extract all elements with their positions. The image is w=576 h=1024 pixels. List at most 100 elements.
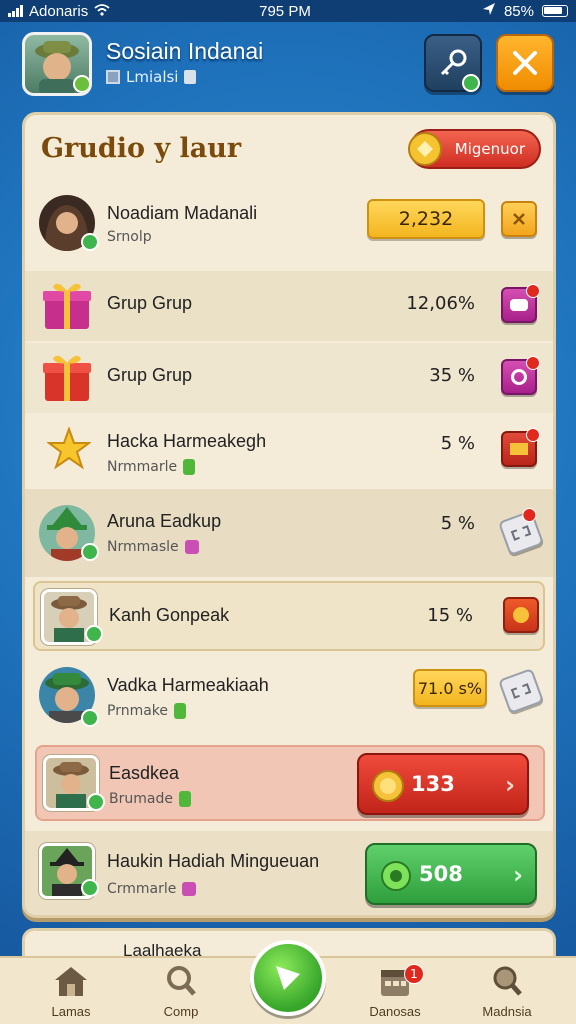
notification-dot	[526, 284, 540, 298]
row-action-button[interactable]	[497, 667, 545, 715]
player-sub-label: Lmialsi	[126, 68, 179, 86]
frame-icon	[106, 70, 120, 84]
search-icon	[167, 966, 196, 996]
cup-icon	[184, 70, 197, 84]
leaderboard-row[interactable]: Haukin Hadiah Mingueuan Crmmarle 508 ›	[25, 831, 553, 915]
star-icon	[46, 426, 92, 475]
player-avatar[interactable]	[22, 32, 92, 96]
row-name: Grup Grup	[107, 365, 193, 385]
gem-icon	[178, 791, 191, 807]
signal-icon	[8, 5, 23, 17]
row-name: Noadiam Madanali	[107, 203, 258, 223]
nav-item-home[interactable]: Lamas	[26, 964, 116, 1019]
close-icon	[513, 51, 537, 75]
nav-item-danosas[interactable]: 1 Danosas	[350, 964, 440, 1019]
leaderboard-row[interactable]: Grup Grup 12,06%	[25, 271, 553, 341]
check-badge-icon	[85, 625, 103, 643]
nav-item-comp[interactable]: Comp	[136, 964, 226, 1019]
row-action-button[interactable]	[501, 284, 540, 323]
check-badge-icon	[87, 793, 105, 811]
player-subtitle: Lmialsi	[106, 68, 197, 86]
notification-badge: 1	[404, 964, 424, 984]
nav-item-madnsia[interactable]: Madnsia	[462, 964, 552, 1019]
house-icon	[55, 967, 87, 996]
notification-dot	[526, 356, 540, 370]
battery-icon	[542, 5, 568, 17]
leaderboard-row[interactable]: Kanh Gonpeak 15 %	[33, 581, 545, 651]
leaderboard-row[interactable]: Noadiam Madanali Srnolp 2,232	[25, 187, 553, 263]
battery-percent: 85%	[503, 2, 534, 20]
chevron-right-icon: ›	[513, 861, 523, 889]
title-action-label: Migenuor	[454, 140, 525, 158]
nav-label: Comp	[163, 1004, 199, 1019]
key-button[interactable]	[424, 34, 482, 92]
row-sub-label: Srnolp	[107, 229, 152, 245]
reward-value: 508	[419, 862, 463, 886]
reward-value: 133	[411, 772, 455, 796]
mail-icon	[510, 443, 528, 455]
row-value: 35 %	[429, 365, 475, 386]
row-name: Haukin Hadiah Mingueuan	[107, 851, 320, 871]
panel-title: Grudio y laur	[41, 133, 242, 164]
check-badge-icon	[462, 74, 480, 92]
row-sub-label: Brumade	[109, 791, 173, 807]
row-name: Aruna Eadkup	[107, 511, 222, 531]
check-badge-icon	[81, 543, 99, 561]
player-name: Sosiain Indanai	[106, 38, 264, 64]
leaderboard-row[interactable]: Vadka Harmeakiaah Prnmake 71.0 s%	[25, 655, 553, 737]
reward-button[interactable]: 508 ›	[365, 843, 537, 905]
notification-dot	[526, 428, 540, 442]
score-pill[interactable]: 2,232	[367, 199, 485, 239]
ticket-icon	[510, 683, 532, 699]
mask-icon	[510, 299, 528, 311]
wifi-icon	[94, 3, 110, 20]
row-action-button[interactable]	[501, 356, 540, 395]
row-value: 5 %	[440, 513, 475, 534]
play-button[interactable]	[250, 940, 326, 1016]
row-value: 5 %	[440, 433, 475, 454]
reward-button[interactable]: 133 ›	[357, 753, 529, 815]
leaderboard-row[interactable]: Easdkea Brumade 133 ›	[35, 745, 545, 821]
ticket-icon	[510, 525, 532, 541]
leaderboard-row[interactable]: Hacka Harmeakegh Nrmmarle 5 %	[25, 415, 553, 487]
row-subtitle: Nrmmarle	[107, 459, 196, 475]
close-icon	[513, 213, 525, 225]
leaderboard-panel: Grudio y laur Migenuor Noadiam Madanali …	[22, 112, 556, 918]
leaderboard-row[interactable]: Aruna Eadkup Nrmmasle 5 %	[25, 489, 553, 577]
check-badge-icon	[81, 233, 99, 251]
location-icon	[482, 2, 496, 20]
play-icon	[276, 966, 300, 990]
dismiss-button[interactable]	[501, 201, 537, 237]
close-button[interactable]	[496, 34, 554, 92]
gem-icon	[183, 459, 196, 475]
row-name: Hacka Harmeakegh	[107, 431, 267, 451]
gear-badge-icon	[73, 75, 89, 93]
row-action-button[interactable]	[497, 506, 545, 557]
row-subtitle: Brumade	[109, 791, 191, 807]
chevron-right-icon: ›	[505, 771, 515, 799]
gear-icon	[513, 607, 529, 623]
score-pill[interactable]: 71.0 s%	[413, 669, 487, 707]
row-value: 12,06%	[406, 293, 475, 314]
row-name: Easdkea	[109, 763, 180, 783]
gift-icon	[39, 277, 95, 337]
row-name: Kanh Gonpeak	[109, 605, 230, 625]
nav-label: Madnsia	[482, 1004, 532, 1019]
row-action-button[interactable]	[503, 597, 539, 633]
row-subtitle: Srnolp	[107, 229, 152, 245]
clover-icon	[405, 127, 445, 175]
gem-icon	[174, 703, 187, 719]
notification-dot	[520, 506, 539, 525]
title-action-button[interactable]: Migenuor	[408, 129, 541, 169]
nav-label: Danosas	[369, 1004, 421, 1019]
magnifier-icon	[493, 966, 522, 996]
row-action-button[interactable]	[501, 428, 540, 467]
coin-icon	[371, 769, 405, 808]
gift-icon	[39, 349, 95, 409]
row-subtitle: Crmmarle	[107, 881, 197, 897]
puzzle-icon	[182, 882, 197, 896]
row-sub-label: Nrmmasle	[107, 539, 179, 555]
player-header: Sosiain Indanai Lmialsi	[22, 30, 556, 100]
check-badge-icon	[81, 709, 99, 727]
leaderboard-row[interactable]: Grup Grup 35 %	[25, 343, 553, 413]
